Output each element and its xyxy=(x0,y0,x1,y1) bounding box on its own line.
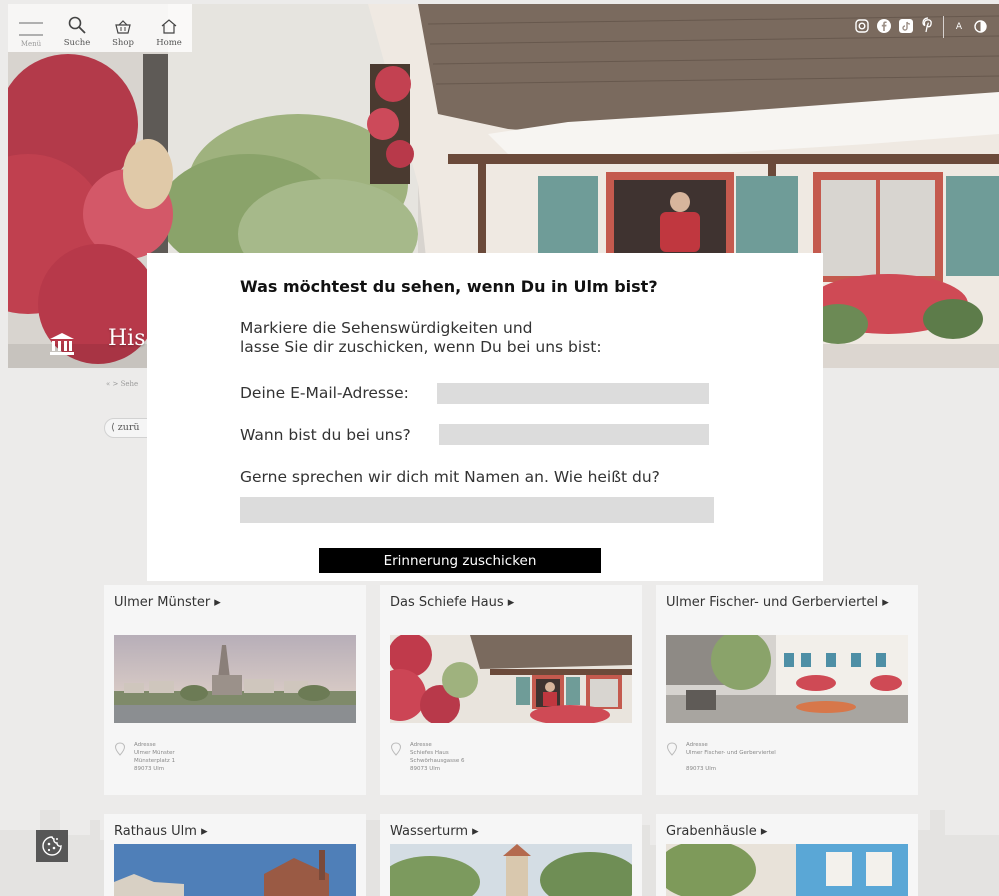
attraction-card[interactable]: Ulmer Fischer- und Gerberviertel ▸ Adres… xyxy=(656,585,918,795)
attraction-card[interactable]: Rathaus Ulm ▸ xyxy=(104,814,366,896)
card-title[interactable]: Ulmer Fischer- und Gerberviertel ▸ xyxy=(666,593,908,613)
hero-title: His xyxy=(108,326,146,351)
name-input[interactable] xyxy=(240,497,714,523)
email-label: Deine E-Mail-Adresse: xyxy=(240,384,409,402)
attraction-card[interactable]: Grabenhäusle ▸ xyxy=(656,814,918,896)
modal-intro-line2: lasse Sie dir zuschicken, wenn Du bei un… xyxy=(240,338,602,356)
email-input[interactable] xyxy=(437,383,709,404)
send-reminder-button[interactable]: Erinnerung zuschicken xyxy=(319,548,601,573)
attraction-card[interactable]: Das Schiefe Haus ▸ Adresse Schiefes Haus xyxy=(380,585,642,795)
card-title[interactable]: Grabenhäusle ▸ xyxy=(666,822,908,842)
address-name: Ulmer Fischer- und Gerberviertel xyxy=(686,750,776,756)
card-image[interactable] xyxy=(114,844,356,896)
card-title[interactable]: Das Schiefe Haus ▸ xyxy=(390,593,632,613)
address-city: 89073 Ulm xyxy=(134,766,165,772)
basket-icon xyxy=(115,20,131,34)
card-title[interactable]: Wasserturm ▸ xyxy=(390,822,632,842)
modal-intro-line1: Markiere die Sehenswürdigkeiten und xyxy=(240,319,533,337)
cookie-icon xyxy=(42,836,62,856)
location-pin-icon xyxy=(114,742,126,756)
date-label: Wann bist du bei uns? xyxy=(240,426,411,444)
card-image[interactable] xyxy=(666,844,908,896)
address-label: Adresse xyxy=(686,742,708,748)
home-icon xyxy=(161,19,177,34)
shop-label: Shop xyxy=(112,38,134,48)
card-title[interactable]: Rathaus Ulm ▸ xyxy=(114,822,356,842)
instagram-icon[interactable] xyxy=(855,18,869,37)
back-label: zurü xyxy=(117,422,140,433)
home-label: Home xyxy=(156,38,182,48)
card-address: Adresse Ulmer Münster Münsterplatz 1 890… xyxy=(114,741,175,773)
search-button[interactable]: Suche xyxy=(54,4,100,52)
search-label: Suche xyxy=(63,38,91,48)
shop-button[interactable]: Shop xyxy=(100,4,146,52)
chevron-left-icon: ⟨ xyxy=(111,422,118,433)
card-image[interactable] xyxy=(666,635,908,723)
pinterest-icon[interactable] xyxy=(921,17,935,37)
attraction-card[interactable]: Ulmer Münster ▸ Adresse Ulmer Münster Mü… xyxy=(104,585,366,795)
divider xyxy=(943,16,944,38)
address-name: Ulmer Münster xyxy=(134,750,175,756)
location-pin-icon xyxy=(390,742,402,756)
card-address: Adresse Schiefes Haus Schwörhausgasse 6 … xyxy=(390,741,464,773)
menu-label: Menü xyxy=(20,40,42,48)
address-city: 89073 Ulm xyxy=(686,766,717,772)
attraction-card[interactable]: Wasserturm ▸ xyxy=(380,814,642,896)
address-street xyxy=(686,757,776,765)
address-city: 89073 Ulm xyxy=(410,766,441,772)
menu-button[interactable]: Menü xyxy=(8,4,54,52)
hamburger-icon xyxy=(19,22,43,36)
cookie-settings-button[interactable] xyxy=(36,830,68,862)
address-street: Schwörhausgasse 6 xyxy=(410,758,465,764)
modal-intro: Markiere die Sehenswürdigkeiten und lass… xyxy=(240,319,602,357)
card-title[interactable]: Ulmer Münster ▸ xyxy=(114,593,356,613)
contrast-icon[interactable] xyxy=(974,18,987,37)
breadcrumb[interactable]: « > Sehe xyxy=(106,380,138,388)
search-icon xyxy=(68,16,86,34)
address-name: Schiefes Haus xyxy=(410,750,449,756)
reminder-modal: Was möchtest du sehen, wenn Du in Ulm bi… xyxy=(147,253,823,581)
address-street: Münsterplatz 1 xyxy=(134,758,176,764)
card-address: Adresse Ulmer Fischer- und Gerberviertel… xyxy=(666,741,776,773)
social-links: A xyxy=(855,16,987,38)
top-navigation: Menü Suche Shop Home xyxy=(8,4,192,52)
museum-icon xyxy=(50,333,74,355)
location-pin-icon xyxy=(666,742,678,756)
card-image[interactable] xyxy=(390,844,632,896)
date-input[interactable] xyxy=(439,424,709,445)
font-size-button[interactable]: A xyxy=(952,22,966,32)
address-label: Adresse xyxy=(134,742,156,748)
card-image[interactable] xyxy=(114,635,356,723)
home-button[interactable]: Home xyxy=(146,4,192,52)
modal-title: Was möchtest du sehen, wenn Du in Ulm bi… xyxy=(240,277,658,296)
tiktok-icon[interactable] xyxy=(899,18,913,37)
name-label: Gerne sprechen wir dich mit Namen an. Wi… xyxy=(240,468,660,486)
facebook-icon[interactable] xyxy=(877,18,891,37)
address-label: Adresse xyxy=(410,742,432,748)
card-image[interactable] xyxy=(390,635,632,723)
